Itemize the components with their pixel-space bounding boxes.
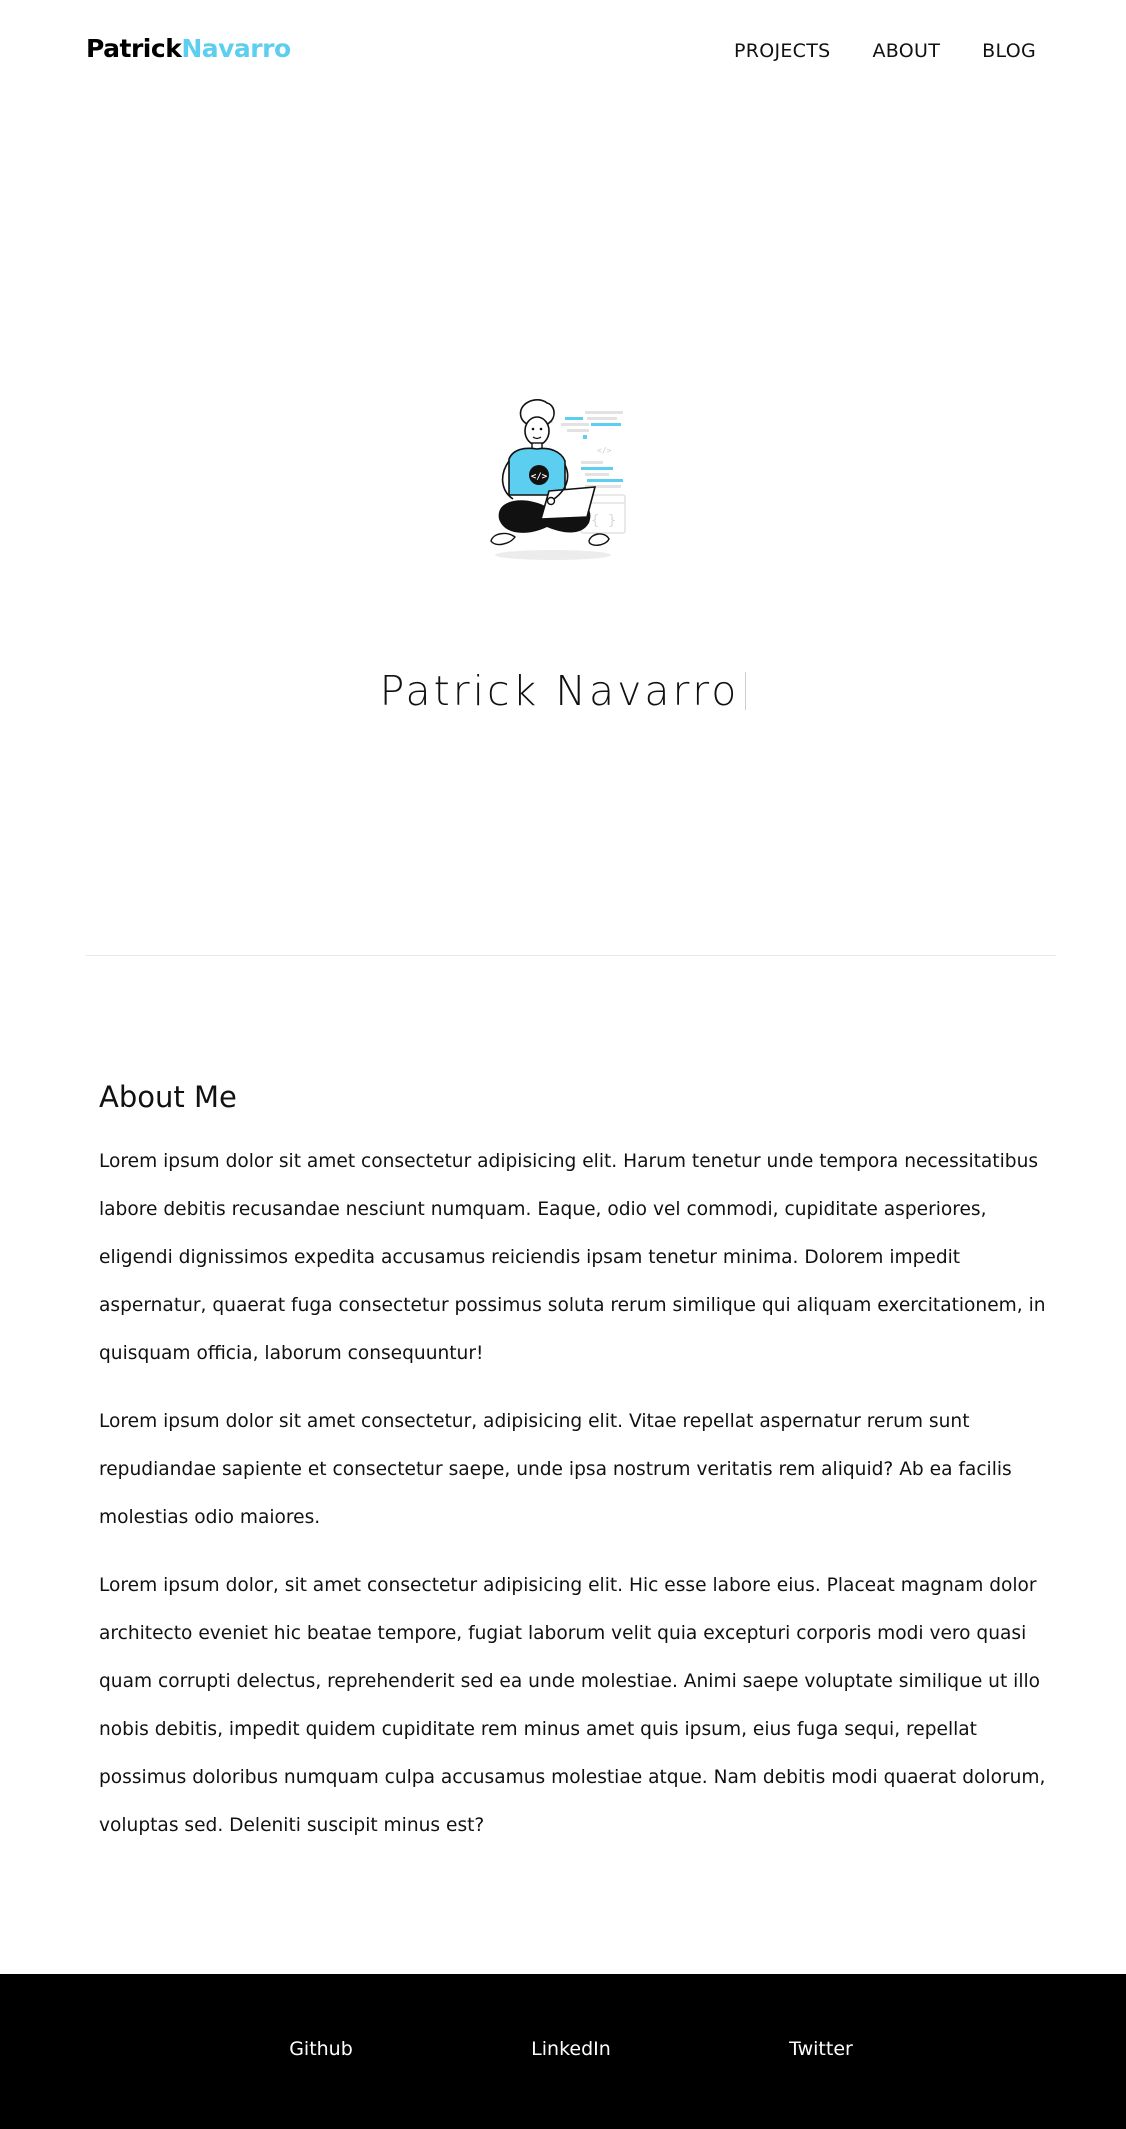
hero-title-text: Patrick Navarro: [379, 667, 740, 716]
nav-link-about[interactable]: ABOUT: [873, 40, 941, 62]
site-header: PatrickNavarro PROJECTS ABOUT BLOG: [0, 0, 1126, 105]
logo-first-name: Patrick: [86, 34, 182, 63]
footer-link-twitter[interactable]: Twitter: [721, 2038, 921, 2060]
nav-link-projects[interactable]: PROJECTS: [734, 40, 831, 62]
logo-last-name: Navarro: [181, 34, 291, 63]
nav-link-blog[interactable]: BLOG: [982, 40, 1036, 62]
svg-text:{ }: { }: [591, 513, 616, 529]
site-logo[interactable]: PatrickNavarro: [86, 34, 291, 63]
main-nav: PROJECTS ABOUT BLOG: [734, 40, 1036, 62]
svg-text:</>: </>: [531, 472, 548, 482]
developer-with-laptop-illustration: </> { } </>: [490, 399, 626, 560]
hero-title: Patrick Navarro: [0, 667, 1126, 715]
about-paragraph: Lorem ipsum dolor, sit amet consectetur …: [99, 1575, 1046, 1836]
about-paragraph: Lorem ipsum dolor sit amet consectetur a…: [99, 1151, 1046, 1364]
svg-text:</>: </>: [597, 446, 612, 455]
section-divider: [86, 955, 1056, 956]
about-section: About Me Lorem ipsum dolor sit amet cons…: [99, 1080, 1049, 1870]
footer-link-linkedin[interactable]: LinkedIn: [471, 2038, 671, 2060]
site-footer: Github LinkedIn Twitter: [0, 1974, 1126, 2129]
about-paragraph: Lorem ipsum dolor sit amet consectetur, …: [99, 1411, 1012, 1528]
footer-link-github[interactable]: Github: [221, 2038, 421, 2060]
about-heading: About Me: [99, 1080, 237, 1114]
typing-cursor: [745, 672, 747, 711]
